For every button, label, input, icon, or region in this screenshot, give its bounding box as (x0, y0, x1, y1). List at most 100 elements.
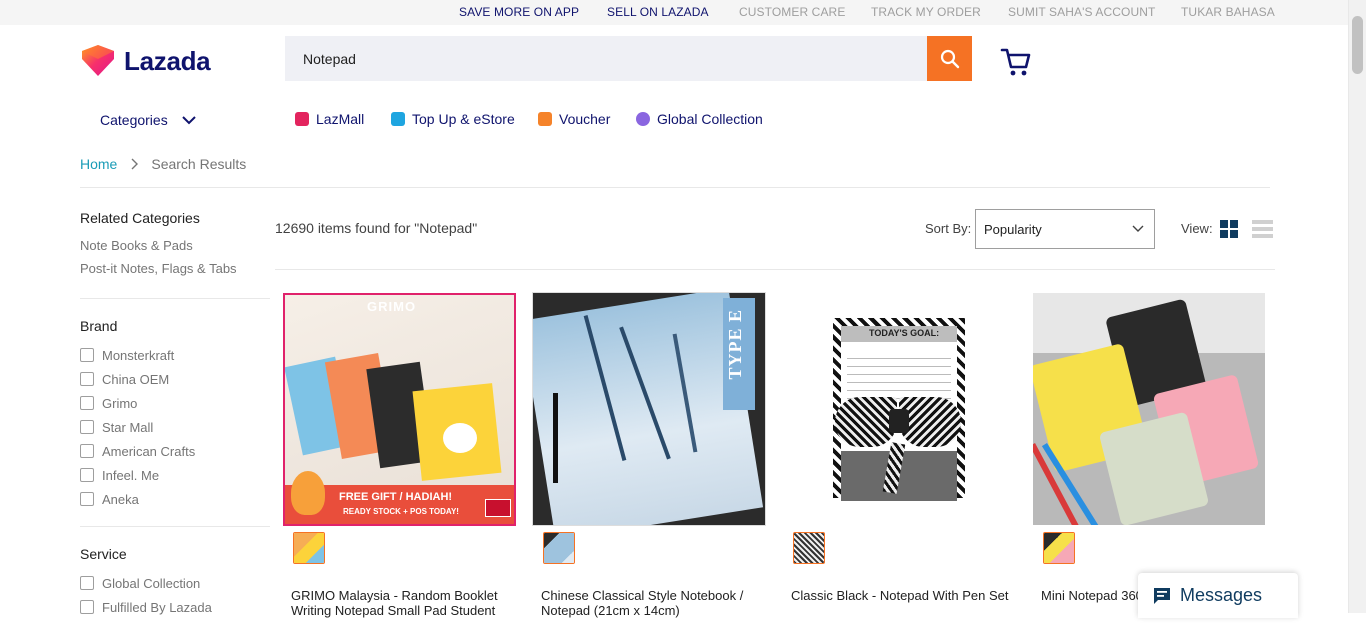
product-card[interactable]: GRIMO FREE GIFT / HADIAH! READY STOCK + … (283, 293, 517, 623)
image-brand-text: GRIMO (367, 299, 417, 314)
nav-global-collection-label: Global Collection (657, 111, 763, 127)
brand-label: Grimo (102, 395, 138, 411)
checkbox[interactable] (80, 396, 94, 410)
nav-global-collection[interactable]: Global Collection (636, 111, 763, 127)
nav-lazmall[interactable]: LazMall (295, 111, 364, 127)
product-image[interactable]: GRIMO FREE GIFT / HADIAH! READY STOCK + … (283, 293, 516, 526)
nav-topup-estore[interactable]: Top Up & eStore (391, 111, 515, 127)
sort-label: Sort By: (925, 221, 972, 236)
cart-icon (1000, 48, 1031, 76)
product-card[interactable]: TYPE E Chinese Classical Style Notebook … (533, 293, 767, 623)
related-category-link[interactable]: Note Books & Pads (80, 238, 270, 253)
nav-voucher[interactable]: Voucher (538, 111, 610, 127)
results-count: 12690 items found for "Notepad" (275, 220, 478, 236)
messages-label: Messages (1180, 585, 1263, 605)
top-utility-bar: SAVE MORE ON APP SELL ON LAZADA CUSTOMER… (0, 0, 1349, 25)
checkbox[interactable] (80, 372, 94, 386)
variant-thumbnail[interactable] (543, 532, 575, 564)
product-image[interactable]: TODAY'S GOAL: (783, 293, 1015, 525)
variant-thumbnail[interactable] (793, 532, 825, 564)
list-view-icon[interactable] (1252, 220, 1273, 238)
search-input[interactable] (285, 36, 903, 81)
filter-sidebar: Related Categories Note Books & Pads Pos… (80, 210, 270, 619)
checkbox[interactable] (80, 444, 94, 458)
chevron-down-icon (1132, 225, 1144, 232)
chevron-right-icon (131, 158, 139, 170)
image-goal-text: TODAY'S GOAL: (869, 328, 940, 338)
service-title: Service (80, 546, 127, 562)
brand-label: American Crafts (102, 443, 196, 459)
product-card[interactable]: TODAY'S GOAL: Classic Black - Notepad Wi… (783, 293, 1017, 623)
save-more-on-app-link[interactable]: SAVE MORE ON APP (459, 5, 579, 19)
service-filter-checkbox[interactable]: Global Collection (80, 571, 270, 595)
logo-text: Lazada (124, 45, 211, 76)
brand-filter-checkbox[interactable]: Grimo (80, 391, 270, 415)
sort-value: Popularity (984, 221, 1042, 237)
categories-label: Categories (100, 112, 168, 128)
checkbox[interactable] (80, 576, 94, 590)
brand-label: Star Mall (102, 419, 154, 435)
checkbox[interactable] (80, 348, 94, 362)
checkbox[interactable] (80, 420, 94, 434)
product-title[interactable]: Chinese Classical Style Notebook / Notep… (541, 588, 759, 618)
search-button[interactable] (927, 36, 972, 81)
product-title[interactable]: Classic Black - Notepad With Pen Set (791, 588, 1009, 603)
service-label: Fulfilled By Lazada (102, 599, 212, 615)
brand-title: Brand (80, 318, 118, 334)
related-categories-title: Related Categories (80, 210, 200, 226)
chat-icon (1154, 587, 1170, 604)
brand-filter-checkbox[interactable]: Infeel. Me (80, 463, 270, 487)
nav-topup-label: Top Up & eStore (412, 111, 515, 127)
sort-select[interactable]: Popularity (975, 209, 1155, 249)
checkbox[interactable] (80, 468, 94, 482)
view-label: View: (1181, 221, 1213, 236)
brand-label: Aneka (102, 491, 139, 507)
topup-icon (391, 112, 405, 126)
grid-view-icon[interactable] (1220, 220, 1238, 238)
service-filter-checkbox[interactable]: Fulfilled By Lazada (80, 595, 270, 619)
breadcrumb-home[interactable]: Home (80, 156, 117, 172)
nav-lazmall-label: LazMall (316, 111, 365, 127)
image-banner-text: FREE GIFT / HADIAH! (339, 491, 453, 503)
chevron-down-icon (181, 116, 196, 125)
checkbox[interactable] (80, 492, 94, 506)
brand-filter-checkbox[interactable]: Monsterkraft (80, 343, 270, 367)
product-image[interactable] (1033, 293, 1265, 525)
checkbox[interactable] (80, 600, 94, 614)
product-title[interactable]: GRIMO Malaysia - Random Booklet Writing … (291, 588, 509, 618)
change-language-link[interactable]: TUKAR BAHASA (1181, 5, 1275, 19)
search-bar (285, 36, 927, 81)
divider (80, 187, 1270, 188)
brand-label: China OEM (102, 371, 170, 387)
lazada-logo[interactable]: Lazada (80, 45, 211, 77)
customer-care-link[interactable]: CUSTOMER CARE (739, 5, 845, 19)
brand-filter-checkbox[interactable]: American Crafts (80, 439, 270, 463)
brand-filter-checkbox[interactable]: China OEM (80, 367, 270, 391)
lazada-heart-icon (82, 45, 114, 76)
divider (80, 526, 270, 527)
variant-thumbnail[interactable] (1043, 532, 1075, 564)
brand-label: Infeel. Me (102, 467, 160, 483)
voucher-icon (538, 112, 552, 126)
breadcrumb-current: Search Results (151, 156, 247, 172)
divider (275, 269, 1275, 270)
nav-voucher-label: Voucher (559, 111, 611, 127)
scrollbar-thumb[interactable] (1352, 16, 1363, 74)
service-label: Global Collection (102, 575, 201, 591)
sell-on-lazada-link[interactable]: SELL ON LAZADA (607, 5, 709, 19)
cart-button[interactable] (1000, 47, 1032, 82)
search-icon (940, 49, 959, 68)
categories-dropdown[interactable]: Categories (100, 112, 196, 128)
track-my-order-link[interactable]: TRACK MY ORDER (871, 5, 981, 19)
variant-thumbnail[interactable] (293, 532, 325, 564)
messages-widget[interactable]: Messages (1138, 573, 1298, 618)
brand-filter-checkbox[interactable]: Star Mall (80, 415, 270, 439)
related-category-link[interactable]: Post-it Notes, Flags & Tabs (80, 261, 270, 276)
brand-filter-checkbox[interactable]: Aneka (80, 487, 270, 511)
account-link[interactable]: SUMIT SAHA'S ACCOUNT (1008, 5, 1155, 19)
brand-label: Monsterkraft (102, 347, 175, 363)
page-scrollbar[interactable] (1348, 0, 1366, 613)
global-collection-icon (636, 112, 650, 126)
divider (80, 298, 270, 299)
product-image[interactable]: TYPE E (533, 293, 765, 525)
